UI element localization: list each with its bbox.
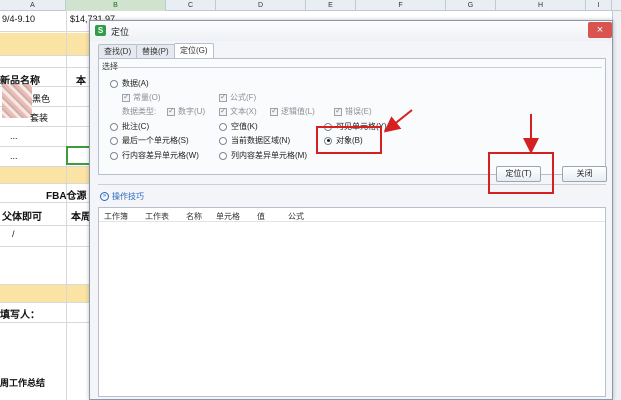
annotation-arrows (383, 109, 539, 154)
arrow-to-objects (383, 109, 413, 133)
